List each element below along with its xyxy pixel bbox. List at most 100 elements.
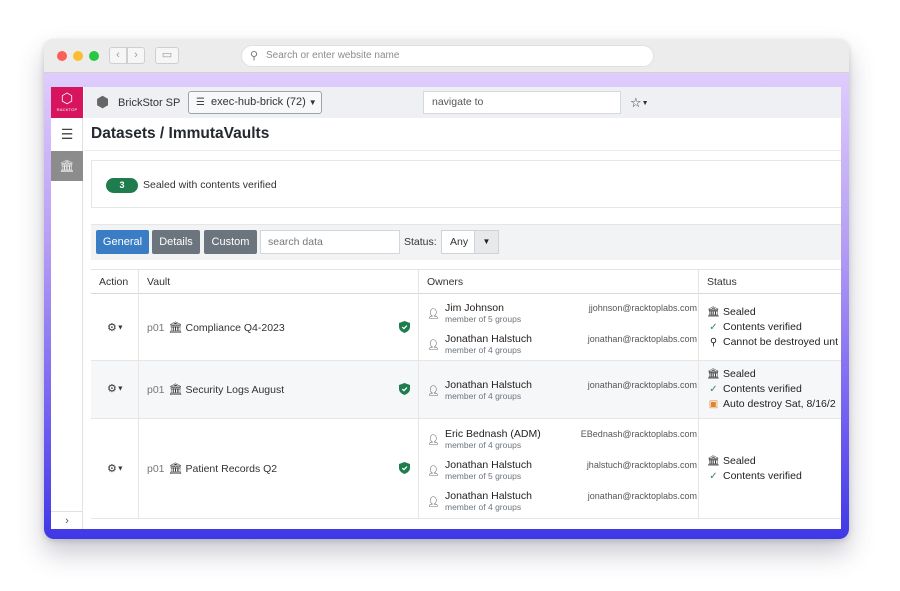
status-filter-label: Status:: [404, 236, 437, 248]
chevron-right-icon[interactable]: ›: [51, 511, 83, 529]
pool-id: p01: [147, 463, 165, 475]
owner-email: jonathan@racktoplabs.com: [587, 380, 697, 390]
search-icon: ⚲: [250, 50, 259, 62]
row-actions-gear-icon[interactable]: ⚙▼: [107, 321, 124, 334]
sealed-count-badge[interactable]: 3: [106, 178, 138, 193]
address-bar-placeholder: Search or enter website name: [266, 50, 400, 61]
owner-name: Jonathan Halstuch: [445, 379, 532, 391]
owner-groups: member of 5 groups: [445, 314, 522, 324]
status-filter-value: Any: [450, 236, 469, 248]
owner-email: EBednash@racktoplabs.com: [580, 429, 697, 439]
column-header-status[interactable]: Status: [699, 270, 841, 294]
vault-name[interactable]: p01 🏛 Compliance Q4-2023: [147, 321, 285, 334]
app-viewport: ⬡ RACKTOP ☰ 🏛 › ⬢ BrickStor SP ☰ exec-hu…: [51, 87, 841, 529]
owner-name: Jonathan Halstuch: [445, 490, 532, 502]
person-icon: 👤︎: [427, 497, 440, 508]
logo-text: RACKTOP: [56, 107, 78, 112]
racktop-logo-icon: ⬡: [60, 90, 74, 106]
owner-name: Jonathan Halstuch: [445, 333, 532, 345]
status-sealed: 🏛 Sealed: [707, 368, 756, 380]
filter-bar: General Details Custom search data Statu…: [91, 224, 841, 260]
owner-email: jonathan@racktoplabs.com: [587, 334, 697, 344]
person-icon: 👤︎: [427, 466, 440, 477]
page-title: Datasets / ImmutaVaults: [91, 125, 270, 142]
pool-id: p01: [147, 384, 165, 396]
vault-title: Security Logs August: [185, 384, 285, 396]
vault-nav-icon[interactable]: 🏛: [51, 151, 83, 181]
address-bar[interactable]: ⚲ Search or enter website name: [241, 45, 654, 67]
status-verified: ✓ Contents verified: [707, 321, 802, 333]
vault-title: Compliance Q4-2023: [185, 322, 285, 334]
tab-details[interactable]: Details: [152, 230, 200, 254]
minimize-window-button[interactable]: [73, 51, 83, 61]
tab-custom[interactable]: Custom: [204, 230, 257, 254]
close-window-button[interactable]: [57, 51, 67, 61]
owner-entry[interactable]: 👤︎ Jonathan Halstuch member of 4 groups …: [427, 490, 697, 516]
pin-icon: ⚲: [709, 337, 718, 348]
owner-groups: member of 4 groups: [445, 391, 522, 401]
check-circle-icon: ✓: [709, 471, 718, 482]
sealed-summary-label: Sealed with contents verified: [143, 179, 277, 191]
back-icon[interactable]: ‹: [109, 47, 127, 64]
product-brand[interactable]: ⬢ BrickStor SP: [96, 93, 180, 113]
navigate-input[interactable]: navigate to: [423, 91, 621, 114]
vault-bank-icon: 🏛: [168, 384, 183, 396]
status-sealed: 🏛 Sealed: [707, 455, 756, 467]
search-data-input[interactable]: search data: [260, 230, 400, 254]
owner-groups: member of 4 groups: [445, 502, 522, 512]
vaults-table: Action Vault Owners Status ⚙▼ p01 🏛 Compli…: [91, 269, 841, 529]
person-icon: 👤︎: [427, 340, 440, 351]
brickstor-icon: ⬢: [96, 94, 110, 111]
vault-name[interactable]: p01 🏛 Patient Records Q2: [147, 462, 277, 475]
owner-entry[interactable]: 👤︎ Eric Bednash (ADM) member of 4 groups…: [427, 428, 697, 454]
racktop-logo[interactable]: ⬡ RACKTOP: [51, 87, 83, 118]
calendar-clock-icon: ▣: [708, 399, 719, 410]
hub-selector[interactable]: ☰ exec-hub-brick (72) ▼: [188, 91, 322, 114]
bank-icon: 🏛: [707, 307, 720, 318]
favorites-star-icon[interactable]: ☆▼: [630, 91, 649, 114]
owner-groups: member of 4 groups: [445, 440, 522, 450]
zoom-window-button[interactable]: [89, 51, 99, 61]
vault-bank-icon: 🏛: [168, 463, 183, 475]
check-circle-icon: ✓: [709, 322, 718, 333]
owner-entry[interactable]: 👤︎ Jonathan Halstuch member of 5 groups …: [427, 459, 697, 485]
person-icon: 👤︎: [427, 309, 440, 320]
owner-groups: member of 4 groups: [445, 345, 522, 355]
verified-shield-icon: [399, 462, 410, 474]
owner-entry[interactable]: 👤︎ Jonathan Halstuch member of 4 groups …: [427, 379, 697, 405]
bank-icon: 🏛: [707, 369, 720, 380]
person-icon: 👤︎: [427, 435, 440, 446]
check-circle-icon: ✓: [709, 384, 718, 395]
status-verified: ✓ Contents verified: [707, 383, 802, 395]
owner-entry[interactable]: 👤︎ Jonathan Halstuch member of 4 groups …: [427, 333, 697, 359]
owner-entry[interactable]: 👤︎ Jim Johnson member of 5 groups jjohns…: [427, 302, 697, 328]
tab-general[interactable]: General: [96, 230, 149, 254]
status-verified: ✓ Contents verified: [707, 470, 802, 482]
verified-shield-icon: [399, 383, 410, 395]
owner-email: jjohnson@racktoplabs.com: [588, 303, 697, 313]
table-row: ⚙▼ p01 🏛 Security Logs August 👤︎ Jonathan …: [91, 361, 841, 419]
status-filter-select[interactable]: Any ▼: [441, 230, 499, 254]
owner-name: Jim Johnson: [445, 302, 504, 314]
column-header-owners[interactable]: Owners: [419, 270, 699, 294]
status-sealed: 🏛 Sealed: [707, 306, 756, 318]
person-icon: 👤︎: [427, 386, 440, 397]
browser-titlebar: ‹ › ▭ ⚲ Search or enter website name: [44, 39, 849, 73]
browser-window: ‹ › ▭ ⚲ Search or enter website name ⬡ R…: [44, 39, 849, 539]
owner-email: jonathan@racktoplabs.com: [587, 491, 697, 501]
row-actions-gear-icon[interactable]: ⚙▼: [107, 382, 124, 395]
column-header-action[interactable]: Action: [91, 270, 139, 294]
tab-overview-icon[interactable]: ▭: [155, 47, 179, 64]
vault-title: Patient Records Q2: [185, 463, 278, 475]
row-actions-gear-icon[interactable]: ⚙▼: [107, 462, 124, 475]
column-header-vault[interactable]: Vault: [139, 270, 419, 294]
caret-down-icon[interactable]: ▼: [474, 231, 498, 253]
menu-icon[interactable]: ☰: [51, 123, 83, 145]
bank-icon: 🏛: [707, 456, 720, 467]
forward-icon[interactable]: ›: [127, 47, 145, 64]
top-bar: ⬢ BrickStor SP ☰ exec-hub-brick (72) ▼ na…: [84, 87, 841, 118]
vault-name[interactable]: p01 🏛 Security Logs August: [147, 383, 284, 396]
summary-card: 3 Sealed with contents verified: [91, 160, 841, 208]
caret-down-icon: ▼: [308, 98, 317, 107]
server-icon: ☰: [196, 97, 205, 108]
